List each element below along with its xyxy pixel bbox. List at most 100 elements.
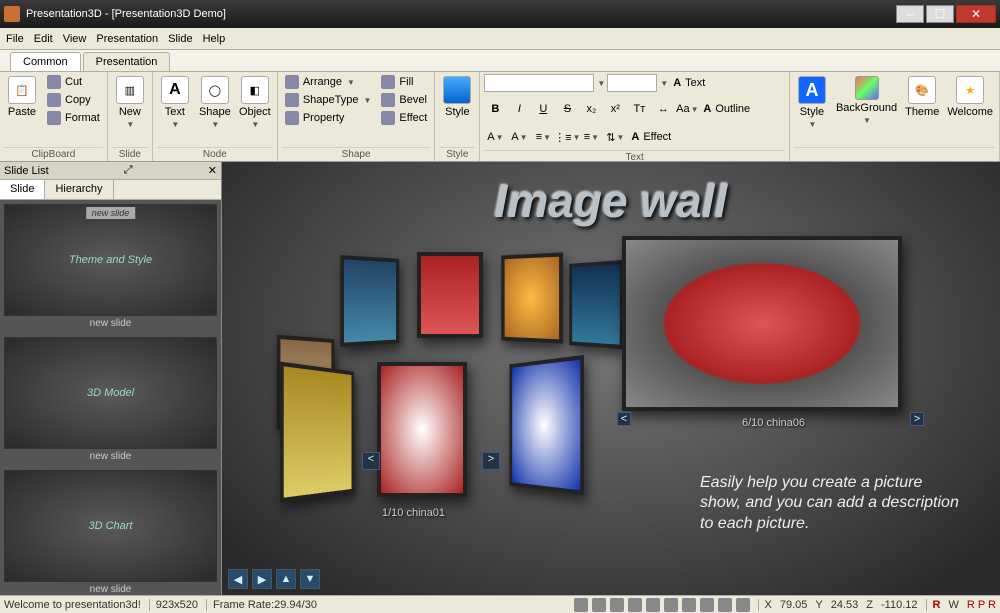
font-combo[interactable] [484, 74, 594, 92]
group-clipboard-label: ClipBoard [4, 147, 103, 161]
status-tool-icon[interactable] [700, 598, 714, 612]
slide-tab[interactable]: Slide [0, 180, 45, 199]
star-icon: ★ [956, 76, 984, 104]
text-icon: A [161, 76, 189, 104]
format-button[interactable]: Format [44, 110, 103, 126]
status-tool-icon[interactable] [682, 598, 696, 612]
fill-button[interactable]: Fill [378, 74, 430, 90]
underline-button[interactable]: U [532, 98, 554, 120]
menu-edit[interactable]: Edit [34, 33, 53, 45]
bullets-button[interactable]: ≡▼ [532, 126, 554, 148]
next-image-button[interactable]: > [482, 452, 500, 470]
status-rp-icon[interactable]: R P R [967, 599, 996, 611]
status-tool-icon[interactable] [610, 598, 624, 612]
shape-button[interactable]: ◯Shape▼ [197, 74, 233, 131]
bold-button[interactable]: B [484, 98, 506, 120]
status-tool-icon[interactable] [592, 598, 606, 612]
text-style-button[interactable]: AText [670, 76, 708, 90]
size-combo[interactable] [607, 74, 657, 92]
image-caption-right: 6/10 china06 [742, 417, 805, 429]
style-button[interactable]: Style [439, 74, 475, 120]
nav-up-button[interactable]: ▲ [276, 569, 296, 589]
status-tool-icon[interactable] [736, 598, 750, 612]
system-buttons: ‒ ☐ ✕ [894, 5, 996, 23]
linespace-button[interactable]: ⇅▼ [604, 126, 626, 148]
arrange-button[interactable]: Arrange▼ [282, 74, 375, 90]
wall-image-large[interactable] [622, 236, 902, 411]
wall-image[interactable] [501, 252, 563, 343]
highlight-button[interactable]: A▼ [508, 126, 530, 148]
paste-button[interactable]: 📋 Paste [4, 74, 40, 120]
superscript-button[interactable]: x² [604, 98, 626, 120]
wall-image[interactable] [377, 362, 467, 497]
next-large-button[interactable]: > [910, 412, 924, 426]
property-button[interactable]: Property [282, 110, 375, 126]
status-tool-icon[interactable] [664, 598, 678, 612]
slide-thumb[interactable]: new slideTheme and Style new slide [4, 204, 217, 331]
shapetype-button[interactable]: ShapeType▼ [282, 92, 375, 108]
status-tool-icon[interactable] [574, 598, 588, 612]
nav-prev-button[interactable]: ◀ [228, 569, 248, 589]
hierarchy-tab[interactable]: Hierarchy [45, 180, 113, 199]
prev-large-button[interactable]: < [617, 412, 631, 426]
status-z: -110.12 [881, 599, 918, 611]
wall-image[interactable] [417, 252, 483, 338]
object-button[interactable]: ◧Object▼ [237, 74, 273, 131]
menu-file[interactable]: File [6, 33, 24, 45]
close-panel-icon[interactable]: ✕ [208, 164, 217, 177]
outline-button[interactable]: AOutline [700, 102, 753, 116]
background-button[interactable]: BackGround▼ [834, 74, 899, 127]
wall-image[interactable] [280, 362, 354, 503]
canvas[interactable]: Image wall 1/10 china01 6/10 china06 < >… [222, 162, 1000, 595]
bevel-button[interactable]: Bevel [378, 92, 430, 108]
wall-image[interactable] [569, 260, 623, 349]
cut-button[interactable]: Cut [44, 74, 103, 90]
fontcolor-button[interactable]: A▼ [484, 126, 506, 148]
new-slide-button[interactable]: ▥ New▼ [112, 74, 148, 131]
strike-button[interactable]: S [556, 98, 578, 120]
text-button[interactable]: AText▼ [157, 74, 193, 131]
dropdown-icon: ▼ [126, 120, 134, 129]
prev-image-button[interactable]: < [362, 452, 380, 470]
close-button[interactable]: ✕ [956, 5, 996, 23]
text-effect-button[interactable]: AEffect [628, 130, 674, 144]
slide-thumb[interactable]: 3D Chart new slide [4, 470, 217, 595]
case-button[interactable]: Aa▼ [676, 98, 698, 120]
menu-help[interactable]: Help [203, 33, 226, 45]
status-tool-icon[interactable] [628, 598, 642, 612]
subscript-button[interactable]: x₂ [580, 98, 602, 120]
menu-slide[interactable]: Slide [168, 33, 192, 45]
thumbnail-list[interactable]: new slideTheme and Style new slide 3D Mo… [0, 200, 221, 595]
maximize-button[interactable]: ☐ [926, 5, 954, 23]
slide-thumb[interactable]: 3D Model new slide [4, 337, 217, 464]
shape-icon: ◯ [201, 76, 229, 104]
nav-down-button[interactable]: ▼ [300, 569, 320, 589]
shape-effect-button[interactable]: Effect [378, 110, 430, 126]
align-button[interactable]: ≡▼ [580, 126, 602, 148]
nav-next-button[interactable]: ▶ [252, 569, 272, 589]
status-r-icon[interactable]: R [926, 599, 941, 611]
tab-common[interactable]: Common [10, 52, 81, 71]
welcome-button[interactable]: ★Welcome [945, 74, 995, 120]
menu-presentation[interactable]: Presentation [96, 33, 158, 45]
new-slide-icon: ▥ [116, 76, 144, 104]
numbering-button[interactable]: ⋮≡▼ [556, 126, 578, 148]
fill-icon [381, 75, 395, 89]
preset-style-button[interactable]: AStyle▼ [794, 74, 830, 131]
wall-image[interactable] [340, 255, 399, 347]
background-icon [855, 76, 879, 100]
tab-presentation[interactable]: Presentation [83, 52, 171, 71]
minimize-button[interactable]: ‒ [896, 5, 924, 23]
menu-view[interactable]: View [63, 33, 87, 45]
status-tool-icon[interactable] [718, 598, 732, 612]
italic-button[interactable]: I [508, 98, 530, 120]
spacing-button[interactable]: ↔ [652, 98, 674, 120]
smallcaps-button[interactable]: Tᴛ [628, 98, 650, 120]
wall-image[interactable] [509, 355, 583, 495]
theme-button[interactable]: 🎨Theme [903, 74, 941, 120]
group-slide-label: Slide [112, 147, 148, 161]
undock-icon[interactable]: ⤢ [124, 164, 133, 177]
copy-button[interactable]: Copy [44, 92, 103, 108]
status-w-icon[interactable]: W [948, 599, 958, 611]
status-tool-icon[interactable] [646, 598, 660, 612]
